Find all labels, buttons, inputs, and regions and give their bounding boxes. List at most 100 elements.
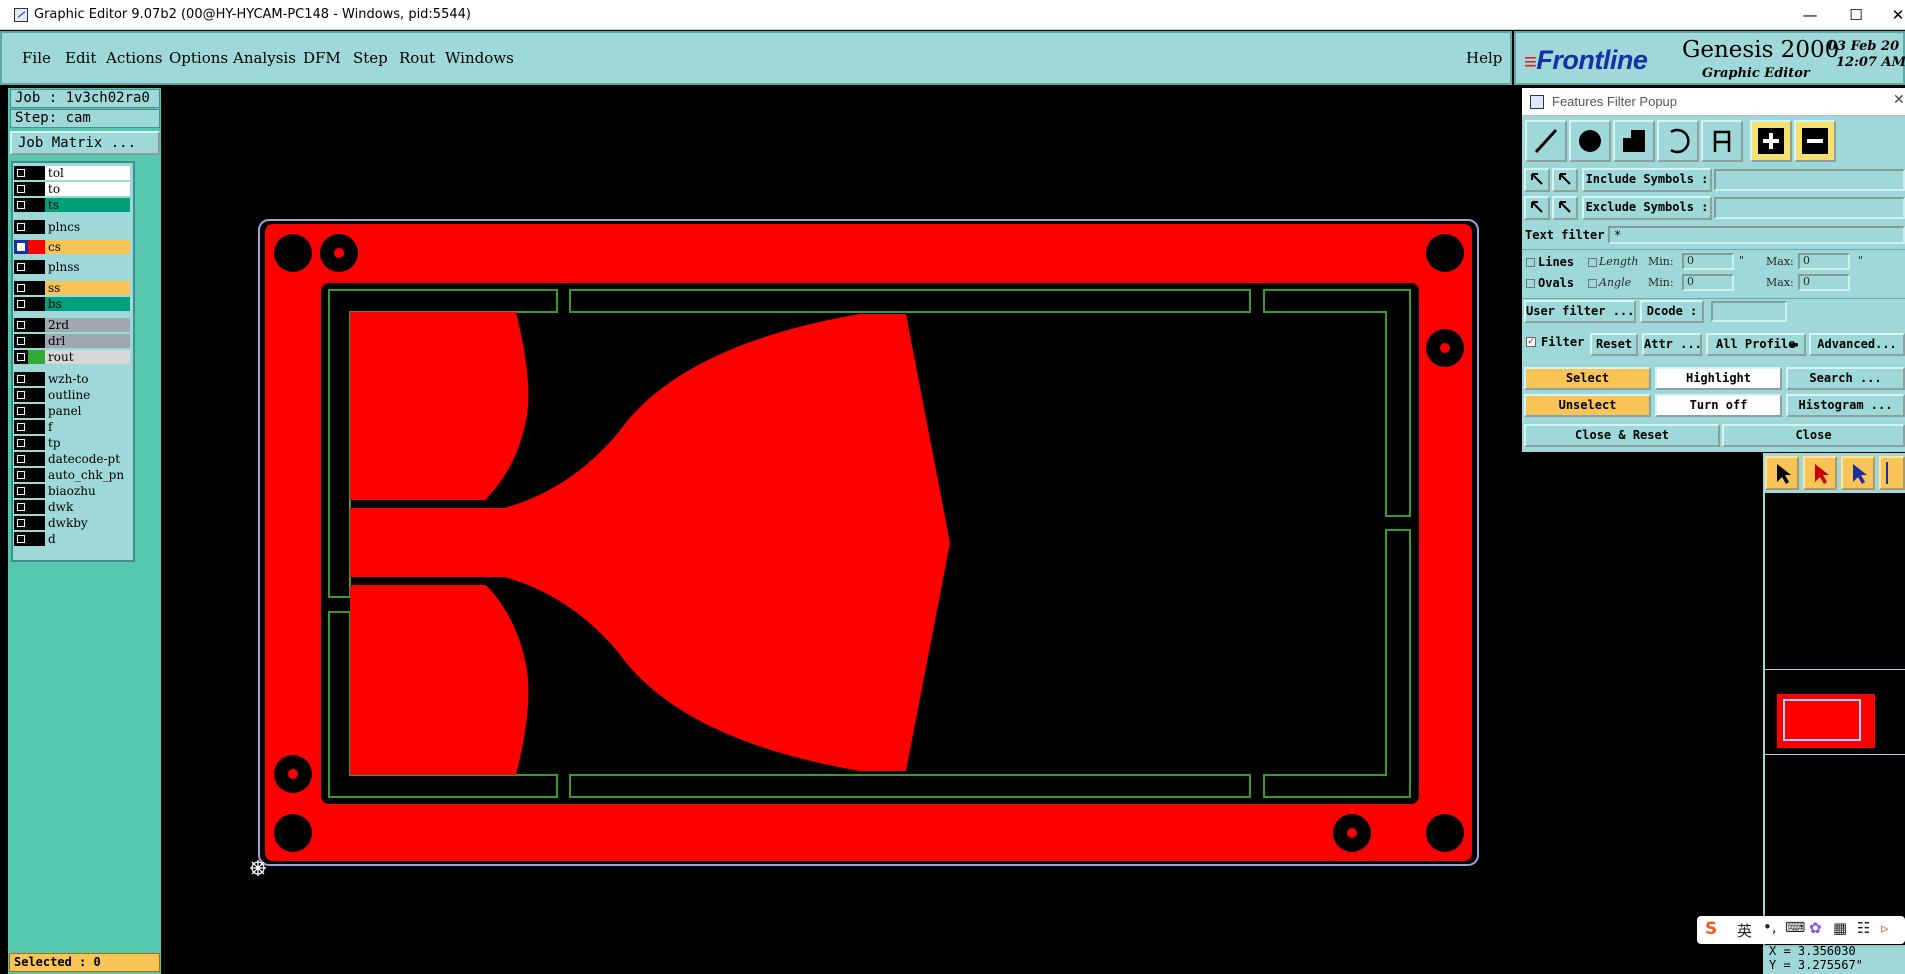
layer-checkbox[interactable] — [14, 484, 28, 498]
select-tool-icon[interactable] — [1803, 456, 1837, 490]
measure-tool-icon[interactable] — [1879, 456, 1905, 490]
layer-row-2rd[interactable]: 2rd — [14, 318, 130, 332]
layer-row-cs[interactable]: cs — [14, 240, 130, 254]
more-icon[interactable]: ▹ — [1881, 919, 1889, 937]
angle-checkbox[interactable] — [1588, 279, 1597, 288]
layer-row-rout[interactable]: rout — [14, 350, 130, 364]
line-tool-icon[interactable] — [1525, 120, 1567, 162]
layer-row-d[interactable]: d — [14, 532, 130, 546]
layer-row-dwk[interactable]: dwk — [14, 500, 130, 514]
layer-checkbox[interactable] — [14, 372, 28, 386]
arc-tool-icon[interactable] — [1657, 120, 1699, 162]
user-filter-button[interactable]: User filter ... — [1524, 300, 1636, 323]
menu-actions[interactable]: Actions — [106, 49, 162, 67]
advanced-button[interactable]: Advanced... — [1809, 333, 1905, 356]
text-filter-input[interactable]: * — [1608, 226, 1905, 244]
layer-checkbox[interactable] — [14, 500, 28, 514]
layer-checkbox[interactable] — [14, 166, 28, 180]
layer-checkbox[interactable] — [14, 468, 28, 482]
keyboard-icon[interactable]: ⌨ — [1785, 920, 1805, 936]
menu-file[interactable]: File — [22, 49, 51, 67]
menu-dfm[interactable]: DFM — [303, 49, 341, 67]
layer-checkbox[interactable] — [14, 532, 28, 546]
length-max-input[interactable]: 0 — [1798, 253, 1850, 270]
surface-tool-icon[interactable] — [1613, 120, 1655, 162]
menu-edit[interactable]: Edit — [65, 49, 96, 67]
layer-row-panel[interactable]: panel — [14, 404, 130, 418]
histogram-button[interactable]: Histogram ... — [1786, 394, 1905, 417]
menu-options[interactable]: Options — [169, 49, 228, 67]
layer-row-to[interactable]: to — [14, 182, 130, 196]
layer-checkbox[interactable] — [14, 297, 28, 311]
attr-button[interactable]: Attr ... — [1642, 333, 1702, 356]
apps-icon[interactable]: ☷ — [1857, 919, 1870, 937]
layer-row-outline[interactable]: outline — [14, 388, 130, 402]
reset-button[interactable]: Reset — [1590, 333, 1638, 356]
menu-help[interactable]: Help — [1466, 49, 1502, 67]
include-pick-icon[interactable] — [1552, 168, 1578, 192]
include-symbols-input[interactable] — [1714, 169, 1905, 191]
layer-row-bs[interactable]: bs — [14, 297, 130, 311]
ime-language-toggle[interactable]: 英 — [1737, 920, 1752, 941]
include-arrow-icon[interactable] — [1524, 168, 1550, 192]
layer-checkbox[interactable] — [14, 240, 28, 254]
overview-thumbnail[interactable] — [1777, 694, 1875, 748]
layer-checkbox[interactable] — [14, 198, 28, 212]
minimize-icon[interactable]: — — [1790, 4, 1830, 26]
layer-checkbox[interactable] — [14, 350, 28, 364]
highlight-button[interactable]: Highlight — [1655, 367, 1782, 390]
exclude-symbols-input[interactable] — [1714, 197, 1905, 219]
layer-row-tp[interactable]: tp — [14, 436, 130, 450]
menu-rout[interactable]: Rout — [399, 49, 435, 67]
layer-checkbox[interactable] — [14, 220, 28, 234]
layer-checkbox[interactable] — [14, 420, 28, 434]
layer-checkbox[interactable] — [14, 516, 28, 530]
close-icon[interactable]: ✕ — [1878, 4, 1905, 26]
overview-viewport[interactable] — [1783, 699, 1861, 741]
layer-checkbox[interactable] — [14, 281, 28, 295]
layer-checkbox[interactable] — [14, 334, 28, 348]
skin-icon[interactable]: ✿ — [1809, 919, 1822, 937]
turn-off-button[interactable]: Turn off — [1655, 394, 1782, 417]
sogou-logo-icon[interactable]: S — [1705, 919, 1717, 939]
menu-windows[interactable]: Windows — [445, 49, 514, 67]
layer-checkbox[interactable] — [14, 318, 28, 332]
exclude-arrow-icon[interactable] — [1524, 196, 1550, 220]
layer-checkbox[interactable] — [14, 436, 28, 450]
layer-row-ss[interactable]: ss — [14, 281, 130, 295]
layer-row-wzh-to[interactable]: wzh-to — [14, 372, 130, 386]
search-button[interactable]: Search ... — [1786, 367, 1905, 390]
layer-row-plnss[interactable]: plnss — [14, 260, 130, 274]
length-min-input[interactable]: 0 — [1682, 253, 1734, 270]
pointer-tool-icon[interactable] — [1765, 456, 1799, 490]
popup-close-icon[interactable]: ✕ — [1893, 92, 1905, 108]
lines-checkbox[interactable] — [1526, 258, 1535, 267]
text-tool-icon[interactable] — [1701, 120, 1743, 162]
layer-row-dwkby[interactable]: dwkby — [14, 516, 130, 530]
maximize-icon[interactable]: ☐ — [1836, 4, 1876, 26]
layer-row-datecode-pt[interactable]: datecode-pt — [14, 452, 130, 466]
layer-row-biaozhu[interactable]: biaozhu — [14, 484, 130, 498]
job-matrix-button[interactable]: Job Matrix ... — [10, 131, 160, 155]
menu-step[interactable]: Step — [353, 49, 388, 67]
dcode-input[interactable] — [1711, 301, 1787, 322]
layer-row-ts[interactable]: ts — [14, 198, 130, 212]
angle-max-input[interactable]: 0 — [1798, 274, 1850, 291]
subtract-polarity-icon[interactable] — [1794, 120, 1836, 162]
unselect-button[interactable]: Unselect — [1524, 394, 1651, 417]
ovals-checkbox[interactable] — [1526, 279, 1535, 288]
layer-row-drl[interactable]: drl — [14, 334, 130, 348]
profile-dropdown[interactable]: All Profile ▬ — [1706, 333, 1806, 356]
layer-row-tol[interactable]: tol — [14, 166, 130, 180]
layer-row-f[interactable]: f — [14, 420, 130, 434]
close-reset-button[interactable]: Close & Reset — [1524, 424, 1720, 447]
graphics-canvas[interactable] — [161, 88, 1522, 974]
toolbox-icon[interactable]: ▦ — [1833, 919, 1847, 937]
pad-tool-icon[interactable] — [1569, 120, 1611, 162]
filter-toggle[interactable]: ✓ Filter — [1524, 331, 1589, 355]
layer-checkbox[interactable] — [14, 404, 28, 418]
length-checkbox[interactable] — [1588, 258, 1597, 267]
layer-checkbox[interactable] — [14, 388, 28, 402]
add-polarity-icon[interactable] — [1750, 120, 1792, 162]
layer-checkbox[interactable] — [14, 260, 28, 274]
